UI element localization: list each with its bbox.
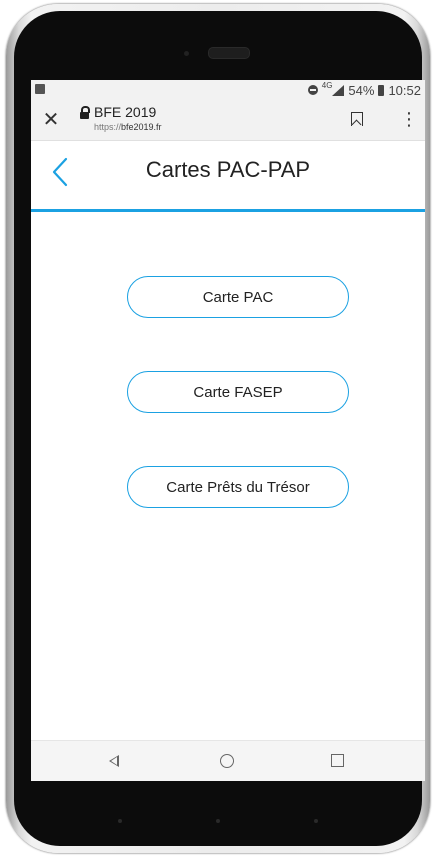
url-scheme: https:// xyxy=(94,122,122,132)
url-domain: bfe2019.fr xyxy=(121,122,162,132)
app-header: Cartes PAC-PAP xyxy=(31,141,425,212)
nav-home-icon[interactable] xyxy=(220,754,234,768)
stage: 4G 54% 10:52 ✕ BFE 2019 https://bfe2019.… xyxy=(0,0,434,857)
site-title[interactable]: BFE 2019 xyxy=(94,104,156,120)
status-icons: 4G 54% 10:52 xyxy=(307,80,421,98)
front-camera xyxy=(184,51,189,56)
key-dot xyxy=(216,819,220,823)
image-notification-icon xyxy=(35,84,45,94)
close-icon[interactable]: ✕ xyxy=(41,110,61,130)
bookmark-icon[interactable] xyxy=(351,112,363,126)
signal-icon xyxy=(332,84,345,96)
nav-recents-icon[interactable] xyxy=(331,754,344,767)
chevron-left-icon xyxy=(52,157,68,187)
lock-icon xyxy=(80,106,90,119)
battery-percent: 54% xyxy=(348,82,375,98)
back-button[interactable] xyxy=(49,157,73,187)
browser-toolbar: ✕ BFE 2019 https://bfe2019.fr ⋮ xyxy=(31,100,425,141)
carte-prets-tresor-button[interactable]: Carte Prêts du Trésor xyxy=(127,466,349,508)
page-title: Cartes PAC-PAP xyxy=(145,157,311,182)
earpiece-speaker xyxy=(208,47,250,59)
clock: 10:52 xyxy=(388,82,421,98)
android-nav-bar xyxy=(31,740,425,781)
site-url[interactable]: https://bfe2019.fr xyxy=(94,122,162,132)
battery-icon xyxy=(378,84,385,96)
status-bar: 4G 54% 10:52 xyxy=(31,80,425,100)
nav-back-icon[interactable] xyxy=(109,755,119,767)
network-type: 4G xyxy=(321,80,333,90)
carte-fasep-button[interactable]: Carte FASEP xyxy=(127,371,349,413)
key-dot xyxy=(314,819,318,823)
more-vert-icon[interactable]: ⋮ xyxy=(399,110,419,130)
capacitive-keys xyxy=(14,791,422,831)
screen: 4G 54% 10:52 ✕ BFE 2019 https://bfe2019.… xyxy=(31,80,425,781)
carte-pac-button[interactable]: Carte PAC xyxy=(127,276,349,318)
key-dot xyxy=(118,819,122,823)
do-not-disturb-icon xyxy=(307,85,318,95)
